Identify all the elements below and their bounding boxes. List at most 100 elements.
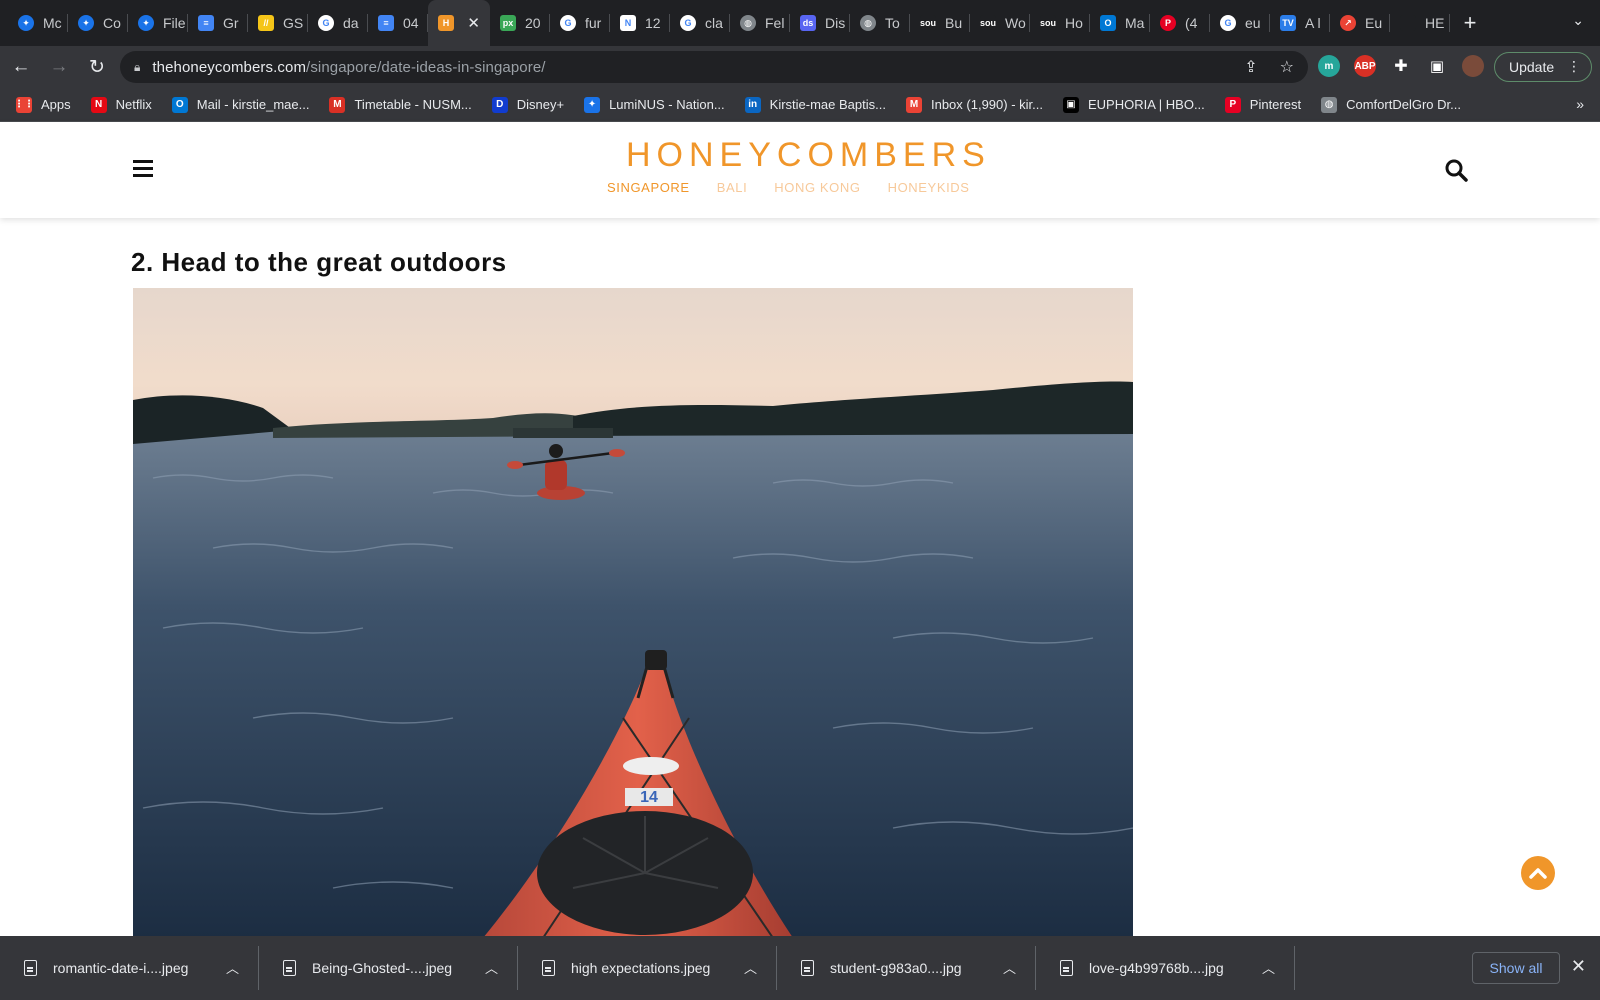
chevron-up-icon[interactable]: ︿	[1262, 958, 1275, 977]
profile-avatar[interactable]	[1462, 55, 1484, 77]
file-icon	[1060, 960, 1073, 976]
tab-title: cla	[705, 15, 723, 31]
browser-tab[interactable]: ≡ Gr	[188, 0, 248, 46]
tab-favicon-icon: sou	[980, 15, 996, 31]
browser-tab[interactable]: N 12	[610, 0, 670, 46]
bookmark-item[interactable]: O Mail - kirstie_mae...	[171, 96, 309, 113]
file-icon	[542, 960, 555, 976]
tab-title: HE	[1425, 15, 1445, 31]
tab-close-icon[interactable]: ✕	[467, 14, 480, 32]
tab-search-chevron-icon[interactable]: ⌄	[1572, 12, 1584, 29]
tab-title: Bu	[945, 15, 963, 31]
browser-tab[interactable]: TV A l	[1270, 0, 1330, 46]
hamburger-menu-icon[interactable]	[133, 160, 153, 178]
menu-dots-icon[interactable]: ⋮	[1567, 58, 1581, 75]
download-item[interactable]: Being-Ghosted-....jpeg ︿	[259, 936, 518, 1000]
download-item[interactable]: love-g4b99768b....jpg ︿	[1036, 936, 1295, 1000]
browser-tab[interactable]: Gfur	[550, 0, 610, 46]
browser-tab[interactable]: H ✕	[428, 0, 490, 46]
tab-title: Co	[103, 15, 121, 31]
bookmark-item[interactable]: M Timetable - NUSM...	[329, 96, 472, 113]
share-icon[interactable]: ⇪	[1244, 57, 1257, 77]
tab-favicon-icon: G	[1220, 15, 1236, 31]
bookmark-item[interactable]: ✦ LumiNUS - Nation...	[584, 96, 725, 113]
browser-tab[interactable]: ◍ Fel	[730, 0, 790, 46]
browser-tab[interactable]: ↗ Eu	[1330, 0, 1390, 46]
new-tab-button[interactable]: +	[1450, 10, 1490, 36]
reload-icon[interactable]: ↻	[80, 56, 114, 79]
bookmark-label: LumiNUS - Nation...	[609, 97, 725, 112]
bookmarks-overflow-icon[interactable]: »	[1576, 96, 1584, 112]
bookmarks-bar: ⋮⋮ Apps N Netflix O Mail - kirstie_mae... M Tim…	[0, 88, 1600, 122]
browser-tab[interactable]: HE	[1390, 0, 1450, 46]
back-arrow-icon[interactable]: ←	[4, 56, 38, 78]
download-item[interactable]: student-g983a0....jpg ︿	[777, 936, 1036, 1000]
download-list: romantic-date-i....jpeg ︿ Being-Ghosted-..…	[0, 936, 1295, 1000]
bookmark-favicon-icon: in	[744, 96, 761, 113]
forward-arrow-icon[interactable]: →	[42, 56, 76, 78]
bookmark-item[interactable]: in Kirstie-mae Baptis...	[744, 96, 886, 113]
address-url[interactable]: thehoneycombers.com/singapore/date-ideas…	[152, 59, 545, 76]
region-link[interactable]: HONG KONG	[774, 180, 860, 195]
browser-tab[interactable]: ✦ Co	[68, 0, 128, 46]
browser-tab[interactable]: px 20	[490, 0, 550, 46]
tab-title: fur	[585, 15, 602, 31]
browser-tab[interactable]: O Ma	[1090, 0, 1150, 46]
bookmark-favicon-icon: ✦	[584, 96, 601, 113]
search-icon[interactable]	[1444, 158, 1468, 182]
side-panel-icon[interactable]: ▣	[1426, 55, 1448, 77]
chevron-up-icon[interactable]: ︿	[226, 958, 239, 977]
browser-tab[interactable]: ✦ Mc	[8, 0, 68, 46]
browser-tab[interactable]: sou Bu	[910, 0, 970, 46]
browser-tab[interactable]: Gcla	[670, 0, 730, 46]
chevron-up-icon	[1529, 868, 1547, 879]
bookmark-item[interactable]: D Disney+	[491, 96, 564, 113]
adblock-icon[interactable]: ABP	[1354, 55, 1376, 77]
bookmark-label: Timetable - NUSM...	[354, 97, 472, 112]
chevron-up-icon[interactable]: ︿	[744, 958, 757, 977]
tab-favicon-icon: P	[1160, 15, 1176, 31]
download-item[interactable]: high expectations.jpeg ︿	[518, 936, 777, 1000]
bookmark-label: EUPHORIA | HBO...	[1087, 97, 1205, 112]
show-all-downloads-button[interactable]: Show all	[1472, 952, 1560, 984]
browser-tab[interactable]: ✦ File	[128, 0, 188, 46]
bookmark-item[interactable]: ◍ ComfortDelGro Dr...	[1321, 96, 1461, 113]
region-link[interactable]: SINGAPORE	[607, 180, 690, 195]
browser-tab[interactable]: P (4	[1150, 0, 1210, 46]
bookmark-favicon-icon: O	[171, 96, 188, 113]
lock-icon[interactable]: 🔒︎	[134, 60, 140, 75]
tab-title: Mc	[43, 15, 62, 31]
address-bar[interactable]: 🔒︎ thehoneycombers.com/singapore/date-id…	[120, 51, 1308, 83]
browser-tab[interactable]: Gda	[308, 0, 368, 46]
site-logo[interactable]: HONEYCOMBERS	[626, 136, 991, 175]
bookmark-item[interactable]: M Inbox (1,990) - kir...	[905, 96, 1043, 113]
close-downloads-icon[interactable]: ✕	[1571, 956, 1586, 977]
bookmark-item[interactable]: N Netflix	[90, 96, 152, 113]
puzzle-extensions-icon[interactable]: ✚	[1390, 55, 1412, 77]
bookmark-item[interactable]: ⋮⋮ Apps	[14, 96, 71, 113]
extension-m-icon[interactable]: m	[1318, 55, 1340, 77]
bookmark-favicon-icon: ⋮⋮	[14, 96, 34, 113]
download-filename: love-g4b99768b....jpg	[1089, 960, 1224, 976]
region-link[interactable]: BALI	[717, 180, 748, 195]
tab-favicon-icon: ds	[800, 15, 816, 31]
bookmark-item[interactable]: P Pinterest	[1224, 96, 1301, 113]
chevron-up-icon[interactable]: ︿	[485, 958, 498, 977]
browser-tab[interactable]: ≡ 04	[368, 0, 428, 46]
bookmark-star-icon[interactable]: ☆	[1280, 57, 1294, 77]
bookmark-list: ⋮⋮ Apps N Netflix O Mail - kirstie_mae... M Tim…	[14, 96, 1481, 113]
browser-tab[interactable]: sou Ho	[1030, 0, 1090, 46]
browser-tab[interactable]: ds Dis	[790, 0, 850, 46]
back-to-top-button[interactable]	[1521, 856, 1555, 890]
browser-tab[interactable]: ◍ To	[850, 0, 910, 46]
bookmark-favicon-icon: P	[1224, 96, 1241, 113]
browser-tab[interactable]: sou Wo	[970, 0, 1030, 46]
tab-strip: ✦ Mc ✦ Co ✦ File ≡ Gr//GS Gda ≡ 04 H ✕ px 20 Gfur N 12 Gcl…	[0, 0, 1600, 46]
browser-tab[interactable]: // GS	[248, 0, 308, 46]
bookmark-item[interactable]: ▣ EUPHORIA | HBO...	[1062, 96, 1205, 113]
region-link[interactable]: HONEYKIDS	[888, 180, 970, 195]
browser-tab[interactable]: Geu	[1210, 0, 1270, 46]
chevron-up-icon[interactable]: ︿	[1003, 958, 1016, 977]
update-button[interactable]: Update ⋮	[1494, 52, 1592, 82]
download-item[interactable]: romantic-date-i....jpeg ︿	[0, 936, 259, 1000]
